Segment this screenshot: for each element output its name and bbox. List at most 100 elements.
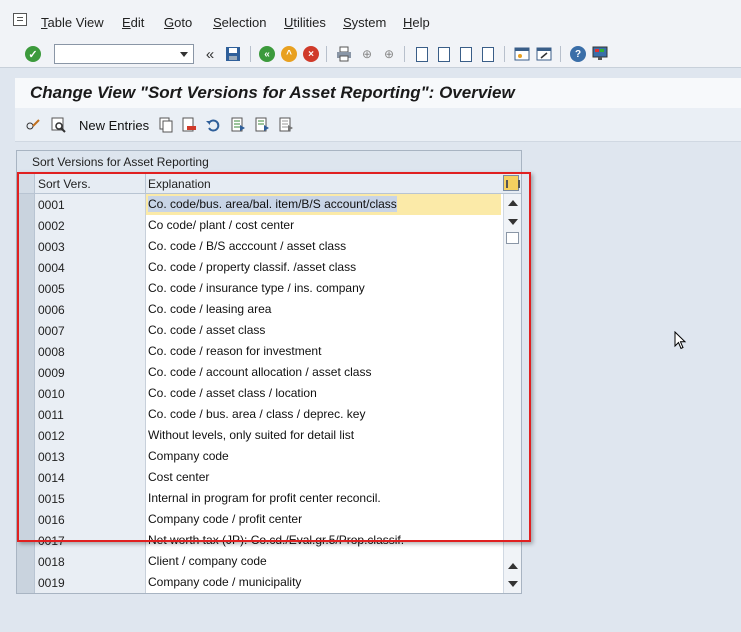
- menu-goto[interactable]: Goto: [164, 15, 192, 30]
- table-row[interactable]: 0010 Co. code / asset class / location: [17, 383, 501, 404]
- table-row[interactable]: 0007 Co. code / asset class: [17, 320, 501, 341]
- cancel-button[interactable]: ×: [302, 45, 320, 63]
- display-button[interactable]: [51, 117, 67, 133]
- vertical-scrollbar[interactable]: [503, 194, 521, 593]
- row-selector[interactable]: [17, 488, 35, 509]
- last-page-button[interactable]: [479, 45, 497, 63]
- table-row[interactable]: 0015 Internal in program for profit cente…: [17, 488, 501, 509]
- row-selector[interactable]: [17, 341, 35, 362]
- table-row[interactable]: 0018 Client / company code: [17, 551, 501, 572]
- row-selector[interactable]: [17, 425, 35, 446]
- menu-selection[interactable]: Selection: [213, 15, 266, 30]
- cell-explanation[interactable]: Co. code / property classif. /asset clas…: [146, 257, 501, 278]
- column-header-sort-vers[interactable]: Sort Vers.: [38, 177, 91, 191]
- find-next-button[interactable]: ⊕: [380, 45, 398, 63]
- cell-explanation[interactable]: Co. code / account allocation / asset cl…: [146, 362, 501, 383]
- row-selector[interactable]: [17, 572, 35, 593]
- row-selector[interactable]: [17, 236, 35, 257]
- cell-explanation[interactable]: Co. code / asset class: [146, 320, 501, 341]
- table-row[interactable]: 0009 Co. code / account allocation / asse…: [17, 362, 501, 383]
- row-selector[interactable]: [17, 194, 35, 215]
- help-button[interactable]: ?: [569, 45, 587, 63]
- back-button[interactable]: «: [258, 45, 276, 63]
- row-selector[interactable]: [17, 278, 35, 299]
- menu-utilities[interactable]: Utilities: [284, 15, 326, 30]
- cell-explanation[interactable]: Client / company code: [146, 551, 501, 572]
- cell-explanation[interactable]: Company code: [146, 446, 501, 467]
- table-row[interactable]: 0008 Co. code / reason for investment: [17, 341, 501, 362]
- table-row[interactable]: 0017 Net worth tax (JP): Co.cd./Eval.gr.5…: [17, 530, 501, 551]
- table-row[interactable]: 0005 Co. code / insurance type / ins. com…: [17, 278, 501, 299]
- row-selector[interactable]: [17, 467, 35, 488]
- row-selector[interactable]: [17, 551, 35, 572]
- row-selector[interactable]: [17, 257, 35, 278]
- select-all-rows[interactable]: [17, 173, 35, 193]
- menu-app-icon[interactable]: [13, 13, 27, 26]
- display-change-button[interactable]: [25, 117, 41, 133]
- row-selector[interactable]: [17, 299, 35, 320]
- print-button[interactable]: [335, 45, 353, 63]
- cell-explanation[interactable]: Co. code / B/S acccount / asset class: [146, 236, 501, 257]
- delete-button[interactable]: [181, 117, 197, 133]
- cell-explanation[interactable]: Co. code / leasing area: [146, 299, 501, 320]
- create-session-button[interactable]: [513, 45, 531, 63]
- next-page-button[interactable]: [457, 45, 475, 63]
- scroll-page-down-icon[interactable]: [508, 581, 518, 587]
- table-row[interactable]: 0016 Company code / profit center: [17, 509, 501, 530]
- cell-explanation[interactable]: Co. code / reason for investment: [146, 341, 501, 362]
- scroll-page-up-icon[interactable]: [508, 563, 518, 569]
- exit-button[interactable]: ^: [280, 45, 298, 63]
- undo-change-button[interactable]: [205, 117, 221, 133]
- customize-layout-button[interactable]: [591, 45, 609, 63]
- row-selector[interactable]: [17, 320, 35, 341]
- table-row[interactable]: 0011 Co. code / bus. area / class / depre…: [17, 404, 501, 425]
- scrollbar-thumb[interactable]: [506, 232, 519, 244]
- select-block-button[interactable]: [254, 117, 270, 133]
- new-entries-button[interactable]: New Entries: [79, 118, 149, 133]
- table-row[interactable]: 0001 Co. code/bus. area/bal. item/B/S acc…: [17, 194, 501, 215]
- row-selector[interactable]: [17, 404, 35, 425]
- cell-explanation[interactable]: Co. code / asset class / location: [146, 383, 501, 404]
- table-row[interactable]: 0004 Co. code / property classif. /asset …: [17, 257, 501, 278]
- table-row[interactable]: 0002 Co code/ plant / cost center: [17, 215, 501, 236]
- row-selector[interactable]: [17, 383, 35, 404]
- cell-explanation[interactable]: Net worth tax (JP): Co.cd./Eval.gr.5/Pro…: [146, 530, 501, 551]
- row-selector[interactable]: [17, 362, 35, 383]
- row-selector[interactable]: [17, 215, 35, 236]
- save-button[interactable]: [224, 45, 242, 63]
- column-header-explanation[interactable]: Explanation: [148, 177, 211, 191]
- cell-explanation[interactable]: Co. code / bus. area / class / deprec. k…: [146, 404, 501, 425]
- table-row[interactable]: 0013 Company code: [17, 446, 501, 467]
- menu-system[interactable]: System: [343, 15, 386, 30]
- cell-explanation[interactable]: Co. code/bus. area/bal. item/B/S account…: [146, 194, 501, 215]
- table-row[interactable]: 0006 Co. code / leasing area: [17, 299, 501, 320]
- row-selector[interactable]: [17, 446, 35, 467]
- scroll-up-icon[interactable]: [508, 200, 518, 206]
- table-settings-icon[interactable]: [503, 175, 520, 191]
- menu-table-view[interactable]: Table View: [41, 15, 104, 30]
- cell-explanation[interactable]: Company code / profit center: [146, 509, 501, 530]
- find-button[interactable]: ⊕: [358, 45, 376, 63]
- table-row[interactable]: 0014 Cost center: [17, 467, 501, 488]
- command-field[interactable]: [54, 44, 194, 64]
- enter-button[interactable]: ✓: [24, 45, 42, 63]
- cell-explanation[interactable]: Without levels, only suited for detail l…: [146, 425, 501, 446]
- cell-explanation[interactable]: Company code / municipality: [146, 572, 501, 593]
- copy-as-button[interactable]: [158, 117, 174, 133]
- cell-explanation[interactable]: Co code/ plant / cost center: [146, 215, 501, 236]
- menu-help[interactable]: Help: [403, 15, 430, 30]
- deselect-all-button[interactable]: [278, 117, 294, 133]
- command-field-toggle[interactable]: «: [201, 45, 219, 63]
- generate-shortcut-button[interactable]: [535, 45, 553, 63]
- table-row[interactable]: 0012 Without levels, only suited for deta…: [17, 425, 501, 446]
- cell-explanation[interactable]: Internal in program for profit center re…: [146, 488, 501, 509]
- menu-edit[interactable]: Edit: [122, 15, 144, 30]
- cell-explanation[interactable]: Co. code / insurance type / ins. company: [146, 278, 501, 299]
- row-selector[interactable]: [17, 509, 35, 530]
- row-selector[interactable]: [17, 530, 35, 551]
- cell-explanation[interactable]: Cost center: [146, 467, 501, 488]
- scroll-down-icon[interactable]: [508, 219, 518, 225]
- table-row[interactable]: 0003 Co. code / B/S acccount / asset clas…: [17, 236, 501, 257]
- table-row[interactable]: 0019 Company code / municipality: [17, 572, 501, 593]
- chevron-down-icon[interactable]: [180, 52, 188, 57]
